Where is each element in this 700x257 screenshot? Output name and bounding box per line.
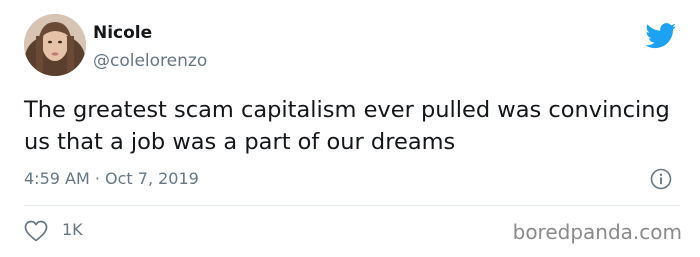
tweet-text: The greatest scam capitalism ever pulled… bbox=[24, 97, 670, 155]
twitter-bird-icon[interactable] bbox=[645, 23, 677, 49]
author-handle[interactable]: @colelorenzo bbox=[93, 50, 207, 72]
heart-icon[interactable] bbox=[24, 220, 48, 242]
author-display-name[interactable]: Nicole bbox=[93, 22, 152, 44]
avatar-photo-icon bbox=[24, 14, 86, 76]
divider bbox=[24, 205, 680, 206]
watermark: boredpanda.com bbox=[512, 220, 682, 244]
avatar[interactable] bbox=[24, 14, 86, 76]
tweet-timestamp[interactable]: 4:59 AM · Oct 7, 2019 bbox=[24, 168, 199, 190]
like-count[interactable]: 1K bbox=[62, 219, 83, 241]
tweet-card: Nicole @colelorenzo The greatest scam ca… bbox=[0, 0, 700, 257]
info-icon[interactable] bbox=[650, 168, 672, 190]
